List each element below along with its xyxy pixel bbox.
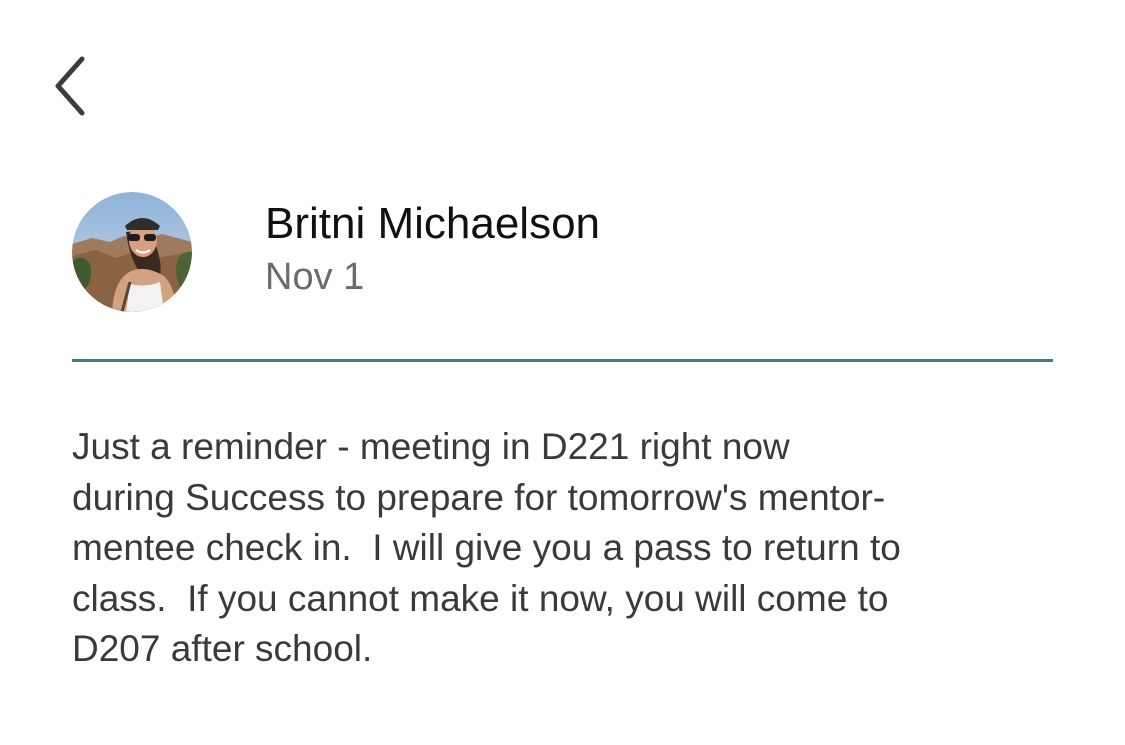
message-line: class. If you cannot make it now, you wi…	[72, 577, 889, 619]
divider	[72, 359, 1053, 362]
avatar	[72, 192, 192, 312]
message-line: Just a reminder - meeting in D221 right …	[72, 426, 790, 467]
message-body: Just a reminder - meeting in D221 right …	[72, 422, 1062, 675]
chevron-left-icon	[55, 56, 85, 116]
message-line: during Success to prepare for tomorrow's…	[72, 476, 886, 518]
back-button[interactable]	[40, 50, 96, 120]
message-line: mentee check in. I will give you a pass …	[72, 527, 901, 568]
message-line: D207 after school.	[72, 628, 373, 669]
profile-photo	[72, 192, 192, 312]
sender-name: Britni Michaelson	[265, 199, 601, 248]
post-date: Nov 1	[265, 256, 365, 298]
